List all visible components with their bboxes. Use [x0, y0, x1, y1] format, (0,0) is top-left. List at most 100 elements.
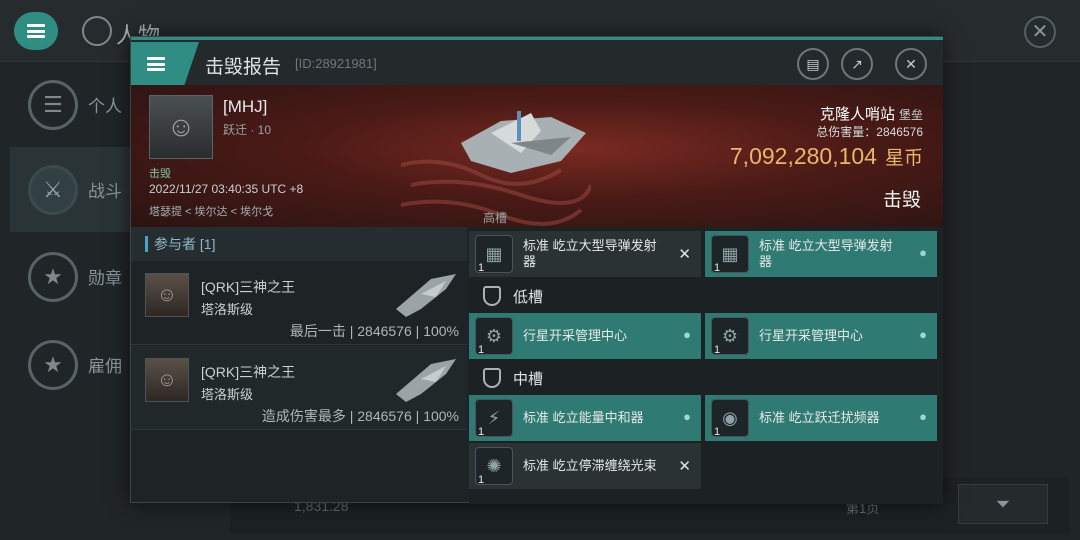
shield-icon [483, 368, 501, 388]
module-item[interactable]: ▦ 1 标准 屹立大型导弹发射器 ✕ [469, 231, 701, 277]
target-type: 堡垒 [898, 108, 923, 122]
sidebar-item-label: 个人 [88, 97, 122, 116]
sidebar-item-combat[interactable]: ⚔ 战斗 [10, 147, 138, 232]
destroyed-icon: ✕ [678, 246, 691, 263]
participant-ship: 塔洛斯级 [201, 302, 254, 317]
mid-slot-header: 中槽 [469, 361, 943, 395]
dialog-title: 击毁报告 [205, 57, 282, 78]
participants-label: 参与者 [1] [154, 236, 216, 252]
module-item[interactable]: ⚙ 1 行星开采管理中心 ● [469, 313, 701, 359]
module-label: 标准 屹立能量中和器 [523, 410, 644, 425]
module-label: 行星开采管理中心 [523, 328, 628, 343]
dialog-header: 击毁报告 [ID:28921981] ▤ ↗ ✕ [131, 37, 943, 86]
clipboard-button[interactable]: ▤ [797, 48, 829, 80]
sidebar-item-personal[interactable]: ☰ 个人 [10, 62, 138, 147]
mid-slot-label: 中槽 [513, 370, 544, 388]
sidebar-item-employment[interactable]: ★ 雇佣 [10, 322, 138, 407]
list-icon: ☰ [28, 79, 78, 130]
participant-stats: 最后一击 | 2846576 | 100% [289, 323, 459, 339]
module-label: 行星开采管理中心 [759, 328, 864, 343]
menu-icon [27, 24, 45, 38]
module-qty: 1 [478, 262, 485, 274]
clipboard-icon: ▤ [806, 55, 820, 72]
dropped-icon: ● [919, 245, 927, 260]
stasis-web-icon: ✺ 1 [475, 447, 513, 486]
total-damage-label: 总伤害量 [816, 125, 865, 139]
participant-row[interactable]: ☺ [QRK]三神之王 塔洛斯级 造成伤害最多 | 2846576 | 100% [131, 346, 467, 430]
module-qty: 1 [478, 426, 485, 438]
participant-name: [QRK]三神之王 [201, 364, 296, 380]
isk-value: 7,092,280,104 星币 [730, 143, 923, 170]
menu-icon [147, 57, 165, 71]
high-slot-label: 高槽 [483, 210, 508, 225]
total-damage-value: 2846576 [876, 125, 923, 139]
sidebar: ☰ 个人 ⚔ 战斗 ★ 勋章 ★ 雇佣 [10, 62, 138, 502]
participant-role: 最后一击 [289, 323, 346, 339]
share-button[interactable]: ↗ [841, 48, 873, 80]
module-qty: 1 [714, 426, 721, 438]
dropped-icon: ● [683, 327, 691, 342]
dropped-icon: ● [919, 327, 927, 342]
module-item[interactable]: ✺ 1 标准 屹立停滞缠绕光束 ✕ [469, 443, 701, 489]
dropped-icon: ● [683, 409, 691, 424]
victim-name: [MHJ] [223, 97, 268, 116]
character-icon [82, 16, 112, 46]
module-label: 标准 屹立大型导弹发射器 [759, 238, 893, 269]
neutralizer-icon: ⚡ 1 [475, 399, 513, 438]
killmail-dialog: 击毁报告 [ID:28921981] ▤ ↗ ✕ ☺ [MHJ] 跃迁 · 10… [130, 36, 943, 504]
crossed-swords-icon: ⚔ [28, 164, 78, 215]
destroyed-icon: ✕ [678, 458, 691, 475]
scrambler-icon: ◉ 1 [711, 399, 749, 438]
avatar: ☺ [145, 273, 189, 317]
ship-icon [396, 359, 456, 402]
module-qty: 1 [478, 474, 485, 486]
participant-damage: 2846576 [357, 323, 412, 339]
module-item[interactable]: ▦ 1 标准 屹立大型导弹发射器 ● [705, 231, 937, 277]
main-menu-button[interactable] [14, 12, 58, 50]
target-name: 克隆人哨站 堡垒 [820, 103, 923, 124]
participant-name: [QRK]三神之王 [201, 279, 296, 295]
module-item[interactable]: ◉ 1 标准 屹立跃迁扰频器 ● [705, 395, 937, 441]
victim-portrait[interactable]: ☺ [149, 95, 213, 159]
module-item[interactable]: ⚙ 1 行星开采管理中心 ● [705, 313, 937, 359]
dropped-icon: ● [919, 409, 927, 424]
share-icon: ↗ [851, 55, 863, 72]
module-label: 标准 屹立跃迁扰频器 [759, 410, 880, 425]
low-slot-label: 低槽 [513, 288, 544, 306]
participant-ship: 塔洛斯级 [201, 387, 254, 402]
module-label: 标准 屹立大型导弹发射器 [523, 238, 657, 269]
close-icon: ✕ [905, 55, 917, 72]
participants-header: 参与者 [1] [131, 227, 467, 261]
currency-label: 星币 [884, 148, 923, 169]
missile-launcher-icon: ▦ 1 [475, 235, 513, 274]
avatar: ☺ [145, 358, 189, 402]
star-circle-icon: ★ [28, 339, 78, 390]
participant-row[interactable]: ☺ [QRK]三神之王 塔洛斯级 最后一击 | 2846576 | 100% [131, 261, 467, 345]
sidebar-item-label: 战斗 [88, 182, 122, 201]
ship-icon [396, 274, 456, 317]
mining-hub-icon: ⚙ 1 [711, 317, 749, 356]
avatar-icon: ☺ [166, 111, 196, 142]
participant-role: 造成伤害最多 [261, 408, 346, 424]
participant-percent: 100% [423, 323, 459, 339]
module-qty: 1 [714, 344, 721, 356]
missile-launcher-icon: ▦ 1 [711, 235, 749, 274]
kill-location[interactable]: 塔瑟提 < 埃尔达 < 埃尔戈 [149, 203, 273, 219]
participant-percent: 100% [423, 408, 459, 424]
close-dialog-button[interactable]: ✕ [895, 48, 927, 80]
module-label: 标准 屹立停滞缠绕光束 [523, 458, 657, 473]
isk-amount: 7,092,280,104 [729, 143, 877, 169]
star-badge-icon: ★ [28, 251, 78, 302]
filter-icon: ⏷ [995, 494, 1011, 514]
filter-button[interactable]: ⏷ [958, 484, 1048, 524]
killmail-id: [ID:28921981] [295, 56, 377, 71]
module-item[interactable]: ⚡ 1 标准 屹立能量中和器 ● [469, 395, 701, 441]
participant-stats: 造成伤害最多 | 2846576 | 100% [261, 408, 459, 424]
high-slot-header: 高槽 [469, 207, 943, 227]
close-page-icon[interactable]: ✕ [1024, 16, 1056, 48]
fitting-panel: 高槽 ▦ 1 标准 屹立大型导弹发射器 ✕ ▦ 1 标准 屹立大型导弹发射器 ● 低… [469, 211, 943, 504]
low-slot-header: 低槽 [469, 279, 943, 313]
dialog-menu-button[interactable] [131, 42, 199, 86]
mining-hub-icon: ⚙ 1 [475, 317, 513, 356]
sidebar-item-medals[interactable]: ★ 勋章 [10, 234, 138, 319]
